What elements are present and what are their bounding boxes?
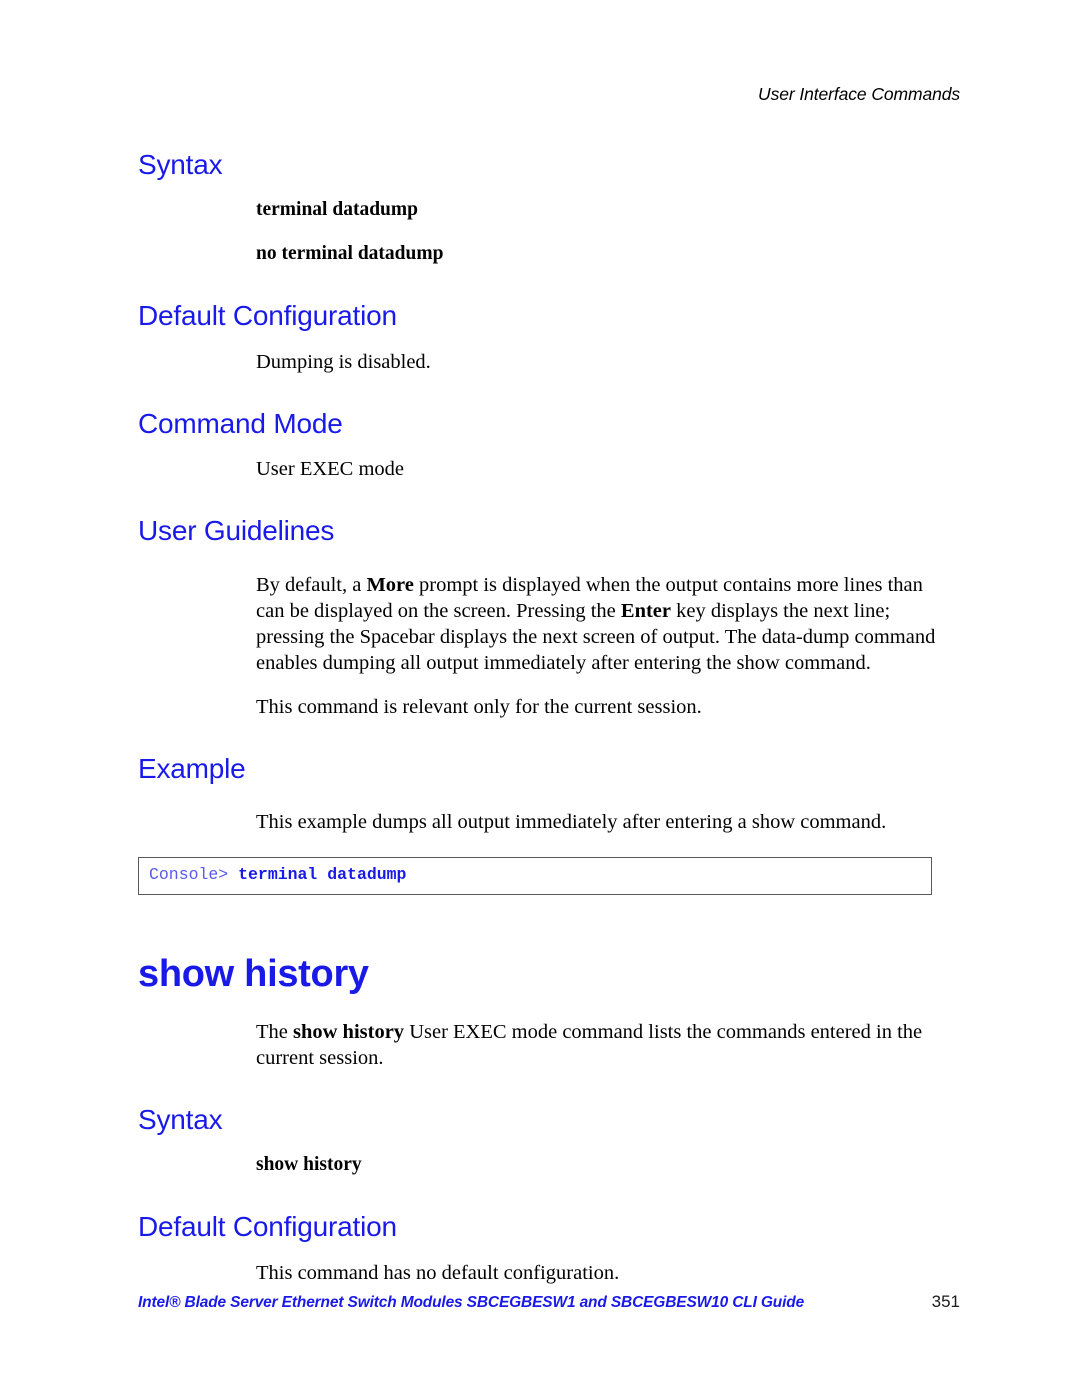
- heading-default-configuration-2: Default Configuration: [138, 1211, 397, 1243]
- default-config-1-text: Dumping is disabled.: [256, 350, 431, 373]
- running-header: User Interface Commands: [758, 84, 960, 104]
- heading-syntax-2: Syntax: [138, 1103, 223, 1135]
- syntax-line-terminal-datadump: terminal datadump: [256, 199, 418, 221]
- heading-syntax-1: Syntax: [138, 149, 223, 180]
- document-page: User Interface Commands Syntax terminal …: [0, 0, 1080, 1397]
- page-title-show-history: show history: [138, 952, 369, 995]
- default-config-2-text: This command has no default configuratio…: [256, 1261, 620, 1284]
- heading-user-guidelines: User Guidelines: [138, 515, 335, 547]
- footer-guide-title: Intel® Blade Server Ethernet Switch Modu…: [138, 1294, 805, 1311]
- default-config-1-block: Dumping is disabled.: [256, 349, 946, 375]
- syntax-line-show-history: show history: [256, 1154, 362, 1176]
- console-command: terminal datadump: [238, 864, 407, 884]
- syntax-line-no-terminal-datadump: no terminal datadump: [256, 243, 444, 265]
- syntax-1-block: terminal datadump no terminal datadump: [256, 197, 946, 267]
- command-mode-text: User EXEC mode: [256, 458, 405, 481]
- heading-example: Example: [138, 752, 246, 784]
- show-history-intro: The show history User EXEC mode command …: [256, 1019, 946, 1071]
- user-guidelines-paragraph-1: By default, a More prompt is displayed w…: [256, 572, 946, 676]
- command-mode-block: User EXEC mode: [256, 456, 946, 482]
- ug-text-1: By default, a: [256, 573, 367, 596]
- heading-default-configuration-1: Default Configuration: [138, 300, 397, 332]
- page-footer: Intel® Blade Server Ethernet Switch Modu…: [138, 1292, 960, 1312]
- example-block: This example dumps all output immediatel…: [256, 809, 946, 835]
- sh-text-1: The: [256, 1020, 293, 1043]
- ug-bold-enter: Enter: [620, 599, 672, 622]
- default-config-2-block: This command has no default configuratio…: [256, 1260, 946, 1286]
- console-line: Console> terminal datadump: [149, 865, 921, 885]
- user-guidelines-block: By default, a More prompt is displayed w…: [256, 572, 946, 720]
- heading-command-mode: Command Mode: [138, 407, 343, 439]
- console-prompt: Console>: [149, 864, 239, 884]
- user-guidelines-paragraph-2: This command is relevant only for the cu…: [256, 695, 702, 718]
- ug-bold-more: More: [366, 573, 414, 596]
- show-history-intro-block: The show history User EXEC mode command …: [256, 1019, 946, 1071]
- page-content: Syntax terminal datadump no terminal dat…: [138, 150, 938, 1286]
- example-description: This example dumps all output immediatel…: [256, 810, 887, 833]
- console-example-box: Console> terminal datadump: [138, 856, 932, 895]
- syntax-2-block: show history: [256, 1152, 946, 1178]
- footer-page-number: 351: [931, 1292, 960, 1311]
- sh-bold-show-history: show history: [293, 1020, 405, 1043]
